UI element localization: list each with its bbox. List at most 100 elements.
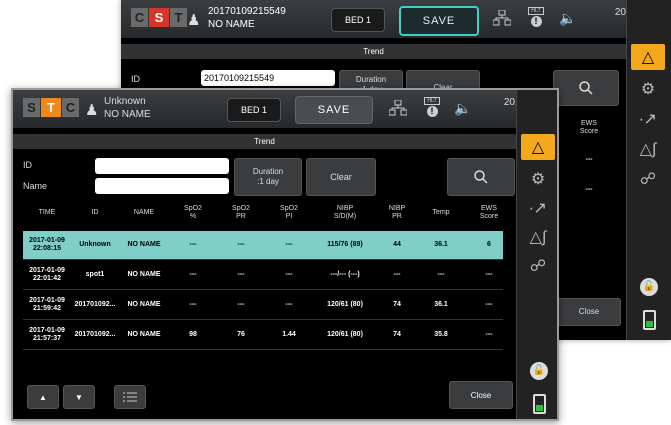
gear-icon[interactable]: ⚙ bbox=[521, 166, 555, 192]
page-down-button[interactable]: ▼ bbox=[63, 385, 95, 409]
table-row[interactable]: 2017-01-09 22:01:42 spot1 NO NAME --- --… bbox=[23, 261, 503, 290]
back-id-label: ID bbox=[131, 74, 140, 84]
front-side-toolbar: △ ⚙ ∙↗ △∫ ☍ 🔓 bbox=[516, 90, 557, 419]
front-close-button[interactable]: Close bbox=[449, 381, 513, 409]
hl7-label: HL7 bbox=[528, 7, 544, 15]
cell-temp: 36.1 bbox=[434, 301, 448, 308]
network-icon[interactable] bbox=[492, 9, 512, 29]
cell-spo2-pr: --- bbox=[237, 271, 245, 278]
back-trend-title: Trend bbox=[121, 44, 626, 59]
back-ews-header: EWS Score bbox=[579, 120, 599, 135]
cell-nibp: 115/76 (89) bbox=[327, 241, 363, 248]
person-icon[interactable]: ♟ bbox=[187, 11, 200, 29]
limits-icon[interactable]: △∫ bbox=[631, 136, 665, 162]
review-icon[interactable]: ☍ bbox=[521, 253, 555, 279]
front-bed-button[interactable]: BED 1 bbox=[227, 98, 281, 122]
front-mode-c[interactable]: C bbox=[62, 98, 79, 117]
back-mode-t[interactable]: T bbox=[170, 8, 187, 27]
cell-spo2-pr: 76 bbox=[237, 331, 245, 338]
cell-name: NO NAME bbox=[127, 271, 161, 278]
cell-nibp: 120/61 (80) bbox=[327, 301, 363, 308]
col-spo2: SpO2 % bbox=[184, 205, 202, 220]
cell-time: 2017-01-09 21:59:42 bbox=[29, 297, 65, 312]
front-clear-button[interactable]: Clear bbox=[306, 158, 376, 196]
alarm-triangle-icon[interactable]: △ bbox=[521, 134, 555, 160]
lock-icon[interactable]: 🔓 bbox=[530, 362, 548, 380]
cell-nibp-pr: 74 bbox=[393, 331, 401, 338]
search-icon bbox=[474, 170, 488, 184]
page-up-button[interactable]: ▲ bbox=[27, 385, 59, 409]
front-mode-t[interactable]: T bbox=[41, 98, 61, 117]
alarm-triangle-icon[interactable]: △ bbox=[631, 44, 665, 70]
hl7-alarm-icon[interactable]: HL7 ! bbox=[528, 7, 544, 27]
cell-nibp-pr: 74 bbox=[393, 301, 401, 308]
lock-icon[interactable]: 🔓 bbox=[640, 278, 658, 296]
col-ews: EWS Score bbox=[479, 205, 499, 220]
hl7-alarm-icon[interactable]: HL7 ! bbox=[424, 97, 440, 117]
table-row[interactable]: 2017-01-09 22:08:15 Unknown NO NAME --- … bbox=[23, 231, 503, 260]
cell-ews: --- bbox=[485, 301, 493, 308]
front-duration-button[interactable]: Duration :1 day bbox=[234, 158, 302, 196]
front-save-button[interactable]: SAVE bbox=[295, 96, 373, 124]
back-patient-id: 20170109215549 bbox=[208, 6, 286, 17]
col-id: ID bbox=[91, 209, 99, 216]
col-spo2-pi: SpO2 PI bbox=[280, 205, 298, 220]
col-spo2-pr: SpO2 PR bbox=[232, 205, 250, 220]
back-patient-info[interactable]: 20170109215549 NO NAME bbox=[208, 5, 286, 31]
front-monitor-screen: S T C ♟ Unknown NO NAME BED 1 SAVE HL7 !… bbox=[11, 88, 559, 421]
col-nibp-pr: NIBP PR bbox=[388, 205, 406, 220]
col-name: NAME bbox=[133, 209, 155, 216]
cell-spo2: --- bbox=[189, 241, 197, 248]
network-icon[interactable] bbox=[388, 99, 408, 119]
back-save-button[interactable]: SAVE bbox=[399, 6, 479, 36]
cell-time: 2017-01-09 22:01:42 bbox=[29, 267, 65, 282]
front-patient-id: Unknown bbox=[104, 96, 146, 107]
table-row[interactable]: 2017-01-09 21:59:42 201701092... NO NAME… bbox=[23, 291, 503, 320]
back-close-button[interactable]: Close bbox=[557, 298, 621, 326]
cell-spo2-pi: --- bbox=[285, 271, 293, 278]
cell-temp: 36.1 bbox=[434, 241, 448, 248]
person-icon[interactable]: ♟ bbox=[85, 101, 98, 119]
cell-nibp-pr: --- bbox=[393, 271, 401, 278]
review-icon[interactable]: ☍ bbox=[631, 166, 665, 192]
back-search-button[interactable] bbox=[553, 70, 619, 106]
front-mode-s[interactable]: S bbox=[23, 98, 40, 117]
front-name-field[interactable] bbox=[95, 178, 229, 194]
trend-graph-icon[interactable]: ∙↗ bbox=[521, 195, 555, 221]
front-search-button[interactable] bbox=[447, 158, 515, 196]
cell-time: 2017-01-09 21:57:37 bbox=[29, 327, 65, 342]
front-id-label: ID bbox=[23, 160, 32, 170]
front-header: S T C ♟ Unknown NO NAME BED 1 SAVE HL7 !… bbox=[13, 90, 555, 128]
back-ews-row-2: --- bbox=[585, 186, 593, 193]
back-ews-row-1: --- bbox=[585, 156, 593, 163]
battery-icon bbox=[643, 310, 656, 330]
front-patient-info[interactable]: Unknown NO NAME bbox=[104, 95, 151, 121]
speaker-icon[interactable]: 🔈 bbox=[454, 100, 471, 117]
front-duration-value: :1 day bbox=[257, 177, 279, 186]
list-view-button[interactable] bbox=[114, 385, 146, 409]
cell-id: 201701092... bbox=[74, 301, 116, 308]
cell-temp: 35.8 bbox=[434, 331, 448, 338]
gear-icon[interactable]: ⚙ bbox=[631, 76, 665, 102]
cell-spo2-pr: --- bbox=[237, 241, 245, 248]
cell-nibp: ---/--- (---) bbox=[330, 271, 360, 278]
front-mode-selector[interactable]: S T C bbox=[23, 98, 80, 117]
battery-icon bbox=[533, 394, 546, 414]
back-bed-button[interactable]: BED 1 bbox=[331, 8, 385, 32]
trend-graph-icon[interactable]: ∙↗ bbox=[631, 106, 665, 132]
table-row[interactable]: 2017-01-09 21:57:37 201701092... NO NAME… bbox=[23, 321, 503, 350]
cell-temp: --- bbox=[437, 271, 445, 278]
limits-icon[interactable]: △∫ bbox=[521, 224, 555, 250]
speaker-icon[interactable]: 🔈 bbox=[559, 10, 576, 27]
front-id-field[interactable] bbox=[95, 158, 229, 174]
back-mode-s[interactable]: S bbox=[149, 8, 169, 27]
front-name-label: Name bbox=[23, 181, 48, 191]
cell-ews: 6 bbox=[487, 241, 491, 248]
col-temp: Temp bbox=[432, 209, 450, 216]
cell-name: NO NAME bbox=[127, 331, 161, 338]
back-mode-c[interactable]: C bbox=[131, 8, 148, 27]
front-patient-name: NO NAME bbox=[104, 109, 151, 120]
back-mode-selector[interactable]: C S T bbox=[131, 8, 188, 27]
cell-id: spot1 bbox=[85, 271, 105, 278]
back-id-field[interactable]: 20170109215549 bbox=[201, 70, 335, 86]
